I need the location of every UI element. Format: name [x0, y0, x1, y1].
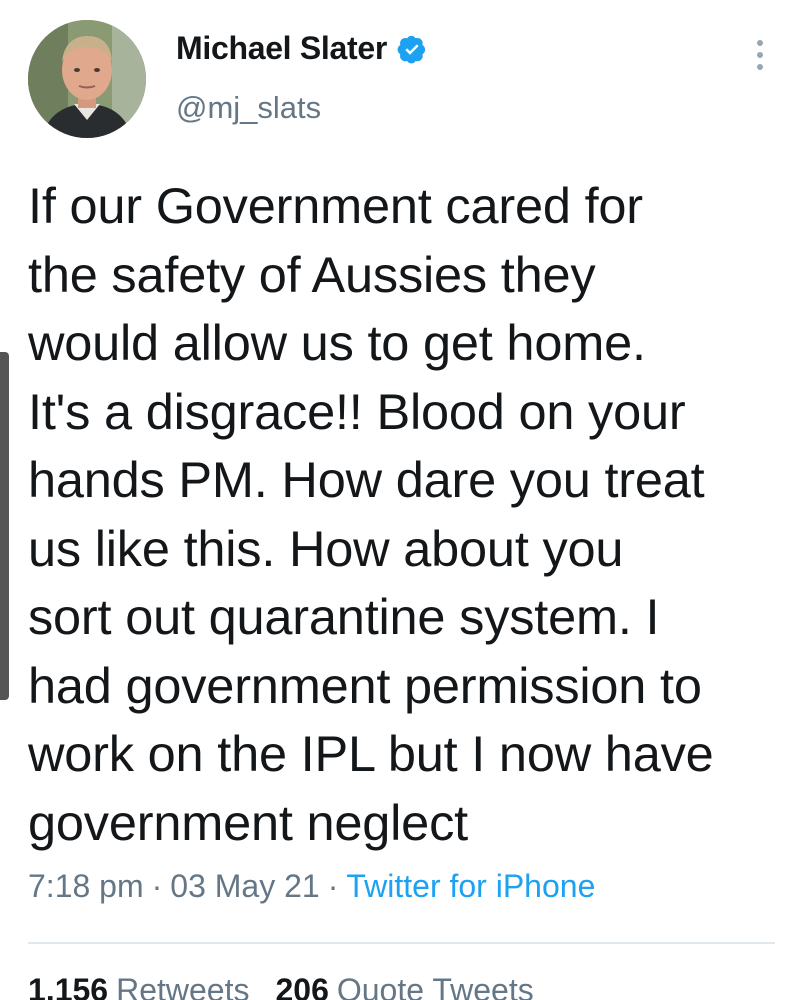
- retweets-label: Retweets: [116, 972, 250, 1000]
- divider: [28, 942, 775, 944]
- avatar[interactable]: [28, 20, 146, 138]
- quote-tweets-label: Quote Tweets: [336, 972, 534, 1000]
- tweet-text: If our Government cared for the safety o…: [28, 177, 714, 851]
- tweet-stats: 1,156 Retweets 206 Quote Tweets: [28, 972, 560, 1000]
- tweet-meta: 7:18 pm · 03 May 21 · Twitter for iPhone: [28, 868, 595, 905]
- author-name-row[interactable]: Michael Slater: [176, 30, 427, 67]
- retweets-count: 1,156: [28, 972, 109, 1000]
- retweets-stat[interactable]: 1,156 Retweets: [28, 972, 249, 1000]
- meta-separator: ·: [151, 868, 163, 904]
- verified-badge-icon: [397, 34, 427, 64]
- tweet-date[interactable]: 03 May 21: [170, 868, 319, 904]
- tweet-time[interactable]: 7:18 pm: [28, 868, 144, 904]
- more-vertical-icon[interactable]: [755, 40, 765, 70]
- screen-edge-handle: [0, 352, 9, 700]
- tweet-source-link[interactable]: Twitter for iPhone: [346, 868, 595, 904]
- meta-separator-2: ·: [327, 868, 339, 904]
- author-handle[interactable]: @mj_slats: [176, 90, 321, 126]
- quote-tweets-count: 206: [275, 972, 329, 1000]
- tweet-card: Michael Slater @mj_slats If our Governme…: [0, 0, 797, 1000]
- quote-tweets-stat[interactable]: 206 Quote Tweets: [275, 972, 533, 1000]
- author-name[interactable]: Michael Slater: [176, 30, 387, 67]
